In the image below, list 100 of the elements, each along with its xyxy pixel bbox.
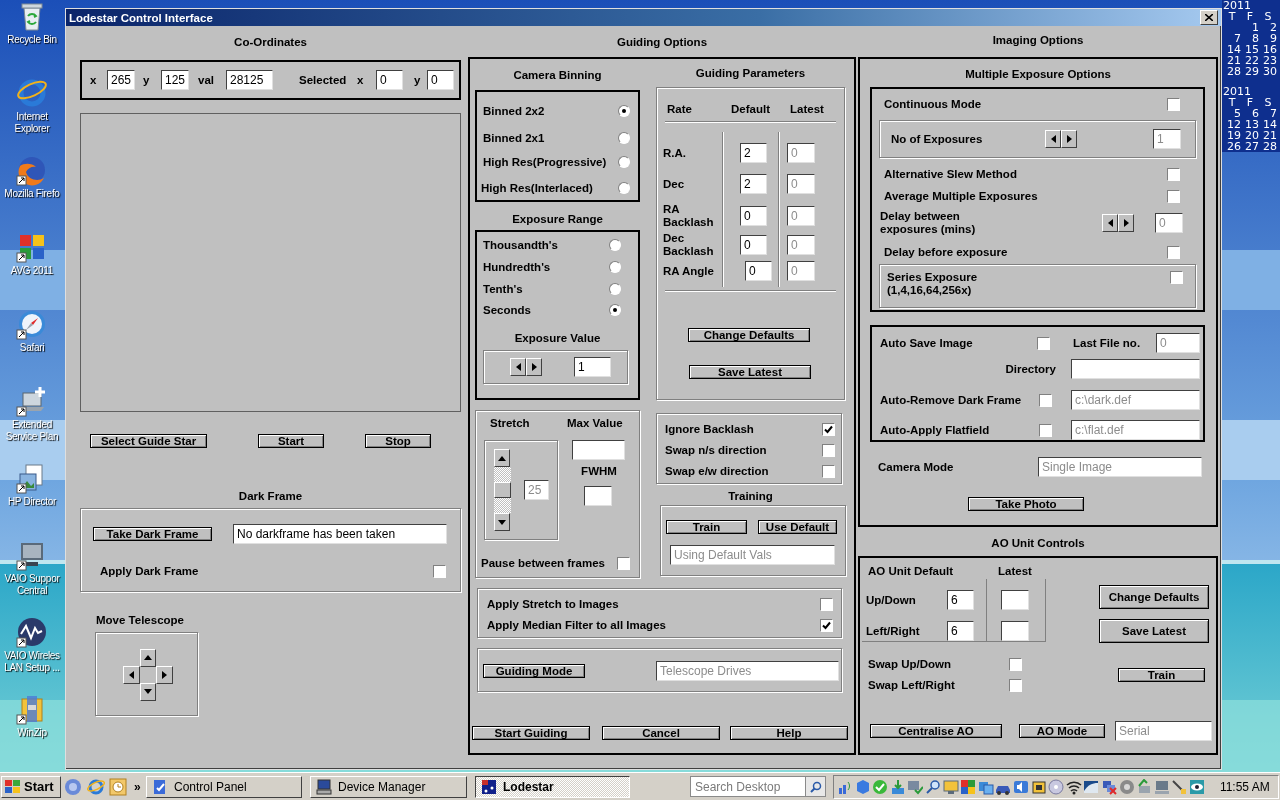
radio-button[interactable] [609,283,621,295]
calendar-day[interactable]: 7 [1223,33,1241,44]
calendar-day[interactable]: 26 [1223,141,1241,152]
checkbox[interactable] [820,597,833,611]
input-field[interactable]: 0 [787,174,815,194]
push-button[interactable]: Select Guide Star [90,433,207,448]
push-button[interactable]: Start Guiding [472,725,590,740]
input-field[interactable]: 0 [787,235,815,255]
radio-button[interactable] [609,261,621,273]
input-field[interactable]: 0 [787,143,815,163]
right-arrow-button[interactable] [1061,130,1077,148]
calendar-day[interactable]: 5 [1223,108,1241,119]
input-field[interactable]: Using Default Vals [670,545,835,565]
push-button[interactable]: Take Dark Frame [93,526,212,541]
input-field[interactable]: 0 [740,235,767,255]
push-button[interactable]: Save Latest [689,365,811,379]
checkbox[interactable] [1039,393,1052,407]
checkbox[interactable] [1009,657,1022,671]
calendar-day[interactable]: 13 [1241,119,1259,130]
radio-button[interactable] [618,105,630,117]
down-arrow-button[interactable] [140,682,156,701]
input-field[interactable]: Single Image [1038,457,1202,477]
start-button[interactable]: Start [1,775,61,798]
input-field[interactable]: 0 [1156,333,1200,353]
input-field[interactable]: 0 [376,70,403,90]
close-button[interactable] [1200,10,1218,25]
calendar-day[interactable]: 9 [1259,33,1277,44]
push-button[interactable]: Help [730,725,848,740]
calendar-day[interactable]: 21 [1223,55,1241,66]
calendar-day[interactable]: 19 [1223,130,1241,141]
checkbox[interactable] [820,618,833,632]
chip-icon[interactable] [1030,778,1047,795]
calendar-day[interactable]: 28 [1223,66,1241,77]
radio-button[interactable] [609,304,621,316]
calendar-day[interactable]: 28 [1259,141,1277,152]
push-button[interactable]: AO Mode [1019,724,1105,738]
input-field[interactable]: 2 [740,174,767,194]
calendar-day[interactable]: 29 [1241,66,1259,77]
left-arrow-button[interactable] [1102,214,1118,232]
right-arrow-button[interactable] [156,665,173,684]
radio-button[interactable] [609,239,621,251]
compass-icon[interactable] [16,308,48,340]
calendar-day[interactable]: 22 [1241,55,1259,66]
checkbox[interactable] [617,556,630,570]
input-field[interactable]: Telescope Drives [656,660,839,681]
picture-icon[interactable] [1083,778,1100,795]
taskbar-button[interactable]: Control Panel [146,775,302,798]
arrow-icon[interactable] [1136,778,1153,795]
check-icon[interactable] [872,778,889,795]
input-field[interactable]: c:\flat.def [1071,420,1200,440]
input-field[interactable]: 0 [787,206,815,226]
fox-globe-icon[interactable] [16,154,48,186]
calendar-day[interactable]: 16 [1259,44,1277,55]
checkbox[interactable] [1039,423,1052,437]
push-button[interactable]: Train [1118,667,1205,682]
push-button[interactable]: Guiding Mode [483,663,585,678]
input-field[interactable] [1071,359,1200,379]
down-arrow-button[interactable] [494,513,510,531]
push-button[interactable]: Change Defaults [1099,585,1209,609]
search-button[interactable] [805,776,826,797]
checkbox[interactable] [822,464,835,478]
push-button[interactable]: Take Photo [968,496,1084,511]
input-field[interactable] [1001,590,1029,610]
calendar-day[interactable]: 23 [1259,55,1277,66]
checkbox[interactable] [1009,678,1022,692]
input-field[interactable]: 125 [161,70,189,90]
checkbox[interactable] [1037,336,1050,350]
calendar-day[interactable]: 6 [1241,108,1259,119]
right-arrow-button[interactable] [526,358,542,376]
download-icon[interactable] [889,778,906,795]
input-field[interactable]: No darkframe has been taken [233,523,447,544]
input-field[interactable] [584,485,612,506]
input-field[interactable]: Serial [1115,721,1212,741]
checkbox[interactable] [822,443,835,457]
taskbar-button[interactable]: Lodestar [475,775,630,798]
input-field[interactable]: 0 [427,70,454,90]
checkbox[interactable] [433,564,446,578]
input-field[interactable]: 0 [740,206,767,226]
input-field[interactable]: 265 [107,70,135,90]
computer-icon[interactable] [1153,778,1170,795]
calendar-day[interactable]: 8 [1241,33,1259,44]
eye-icon[interactable] [1188,778,1205,795]
push-button[interactable]: Centralise AO [870,724,1002,738]
input-field[interactable]: 2 [740,143,767,163]
checkbox[interactable] [1167,167,1180,181]
push-button[interactable]: Save Latest [1099,619,1209,643]
calendar-day[interactable]: 14 [1259,119,1277,130]
radio-button[interactable] [618,132,630,144]
taskbar-button[interactable]: Device Manager [310,775,467,798]
shortcut-label[interactable]: Recycle Bin [7,34,57,46]
calendar-day[interactable]: 12 [1223,119,1241,130]
push-button[interactable]: Start [258,433,324,448]
disc-icon[interactable] [1118,778,1135,795]
up-arrow-button[interactable] [494,449,510,467]
clock-icon[interactable] [109,777,127,796]
calendar-day[interactable]: 7 [1259,108,1277,119]
more-button[interactable]: » [134,779,144,794]
calendar-day[interactable]: 1 [1241,22,1259,33]
radio-button[interactable] [618,182,630,194]
push-button[interactable]: Stop [365,433,431,448]
